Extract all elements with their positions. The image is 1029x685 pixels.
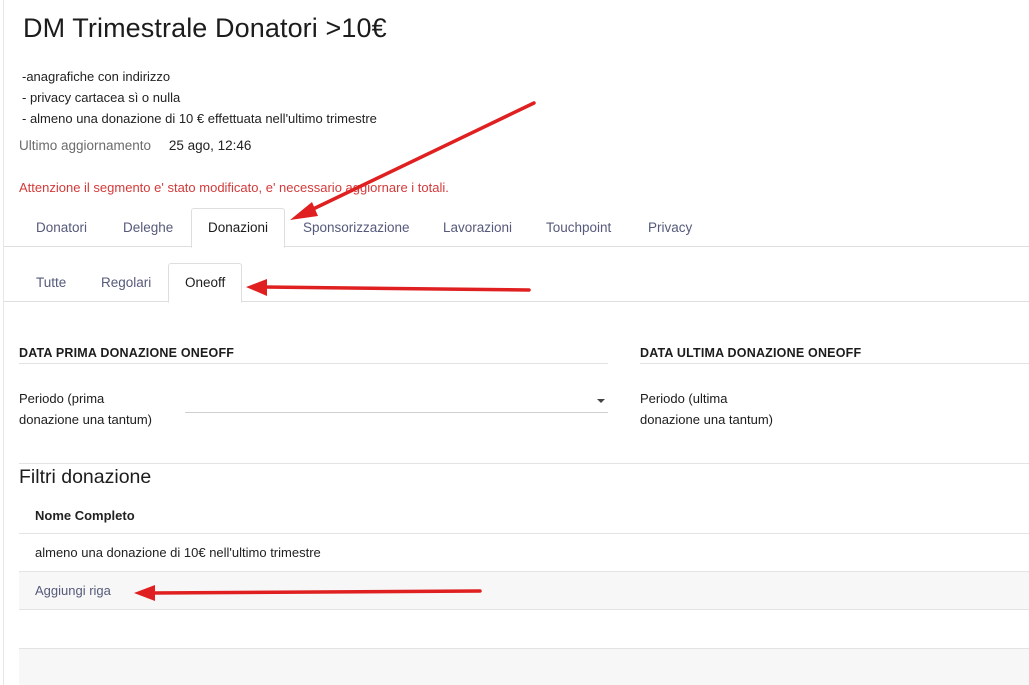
- tab-deleghe[interactable]: Deleghe: [107, 208, 189, 247]
- first-donation-period-select[interactable]: [185, 386, 608, 413]
- tab-donazioni[interactable]: Donazioni: [191, 208, 286, 248]
- tab-privacy[interactable]: Privacy: [632, 208, 708, 247]
- filters-divider: [19, 463, 1029, 464]
- last-update-label: Ultimo aggiornamento: [19, 138, 152, 153]
- table-row[interactable]: almeno una donazione di 10€ nell'ultimo …: [19, 534, 1029, 572]
- last-donation-heading: DATA ULTIMA DONAZIONE ONEOFF: [640, 346, 862, 360]
- description-line: - privacy cartacea sì o nulla: [22, 90, 181, 105]
- label-line: donazione una tantum): [640, 412, 773, 427]
- last-donation-period-label: Periodo (ultima donazione una tantum): [640, 388, 773, 430]
- donation-sub-tabs: Tutte Regolari Oneoff: [4, 263, 1029, 303]
- first-donation-period-label: Periodo (prima donazione una tantum): [19, 388, 152, 430]
- modified-warning: Attenzione il segmento e' stato modifica…: [19, 180, 449, 195]
- tab-touchpoint[interactable]: Touchpoint: [530, 208, 627, 247]
- last-donation-divider: [640, 363, 1029, 364]
- tab-sponsorizzazione[interactable]: Sponsorizzazione: [287, 208, 426, 247]
- description-line: -anagrafiche con indirizzo: [22, 69, 171, 84]
- tab-donatori[interactable]: Donatori: [20, 208, 103, 247]
- last-update-value: 25 ago, 12:46: [168, 138, 252, 153]
- description-line: - almeno una donazione di 10 € effettuat…: [22, 111, 377, 126]
- tab-lavorazioni[interactable]: Lavorazioni: [427, 208, 528, 247]
- footer-band: [19, 648, 1029, 685]
- left-border: [3, 0, 4, 685]
- filters-title: Filtri donazione: [19, 466, 152, 488]
- tab-tutte[interactable]: Tutte: [20, 263, 82, 302]
- first-donation-divider: [19, 363, 608, 364]
- segment-description: -anagrafiche con indirizzo - privacy car…: [22, 66, 377, 129]
- main-tabs: Donatori Deleghe Donazioni Sponsorizzazi…: [4, 208, 1029, 248]
- label-line: Periodo (ultima: [640, 391, 728, 406]
- tab-oneoff[interactable]: Oneoff: [168, 263, 243, 303]
- filters-table: Nome Completo almeno una donazione di 10…: [19, 497, 1029, 610]
- last-update: Ultimo aggiornamento 25 ago, 12:46: [19, 138, 251, 153]
- label-line: Periodo (prima: [19, 391, 105, 406]
- tab-regolari[interactable]: Regolari: [85, 263, 167, 302]
- add-row-button[interactable]: Aggiungi riga: [19, 572, 1029, 610]
- first-donation-heading: DATA PRIMA DONAZIONE ONEOFF: [19, 346, 235, 360]
- label-line: donazione una tantum): [19, 412, 152, 427]
- table-header: Nome Completo: [19, 497, 1029, 534]
- chevron-down-icon: [597, 399, 605, 403]
- page-title: DM Trimestrale Donatori >10€: [23, 13, 387, 43]
